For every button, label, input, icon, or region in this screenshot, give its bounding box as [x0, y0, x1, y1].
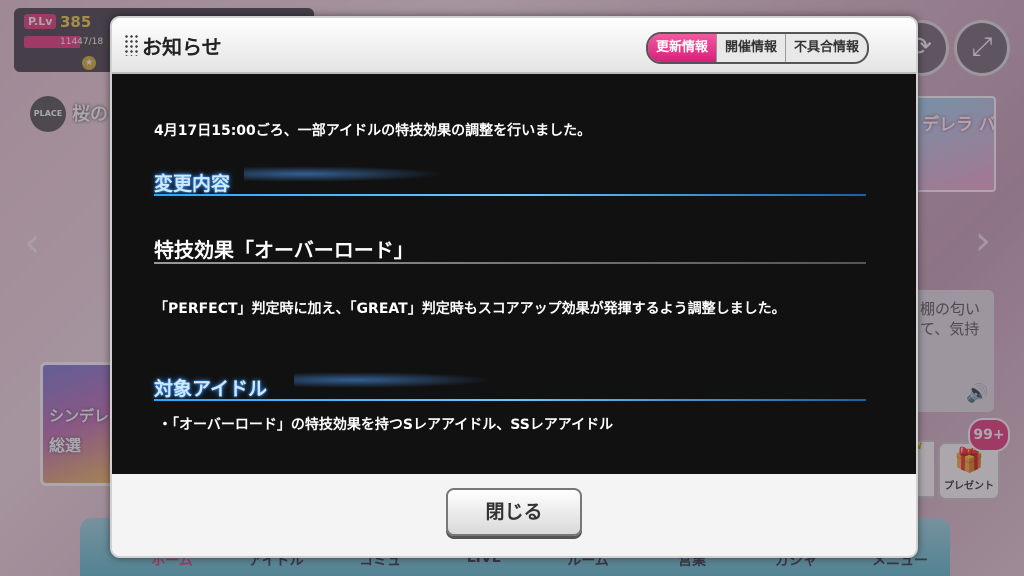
modal-footer: 閉じる	[112, 474, 916, 556]
section-divider	[154, 194, 866, 196]
tab-bug-info[interactable]: 不具合情報	[785, 34, 867, 62]
heading-sparkle	[244, 166, 444, 182]
heading-sparkle	[294, 372, 494, 388]
tab-update-info[interactable]: 更新情報	[648, 34, 717, 62]
section-divider	[154, 399, 866, 401]
section-heading-targets: 対象アイドル	[154, 378, 268, 400]
modal-header: お知らせ 更新情報 開催情報 不具合情報	[112, 18, 916, 74]
close-button[interactable]: 閉じる	[446, 488, 582, 536]
target-idols: ・「オーバーロード」の特技効果を持つSレアアイドル、SSレアアイドル	[158, 417, 614, 433]
notice-modal: お知らせ 更新情報 開催情報 不具合情報 4月17日15:00ごろ、一部アイドル…	[110, 16, 918, 558]
skill-title: 特技効果「オーバーロード」	[154, 238, 414, 262]
tab-event-info[interactable]: 開催情報	[716, 34, 785, 62]
notice-tabs: 更新情報 開催情報 不具合情報	[646, 32, 870, 64]
notice-intro: 4月17日15:00ごろ、一部アイドルの特技効果の調整を行いました。	[154, 123, 592, 139]
change-description: 「PERFECT」判定時に加え、「GREAT」判定時もスコアアップ効果が発揮する…	[154, 301, 786, 317]
notice-body: 4月17日15:00ごろ、一部アイドルの特技効果の調整を行いました。 変更内容 …	[112, 74, 916, 474]
modal-title: お知らせ	[142, 35, 222, 59]
skill-divider	[154, 262, 866, 264]
grip-icon	[124, 34, 138, 56]
section-heading-changes: 変更内容	[154, 173, 231, 195]
